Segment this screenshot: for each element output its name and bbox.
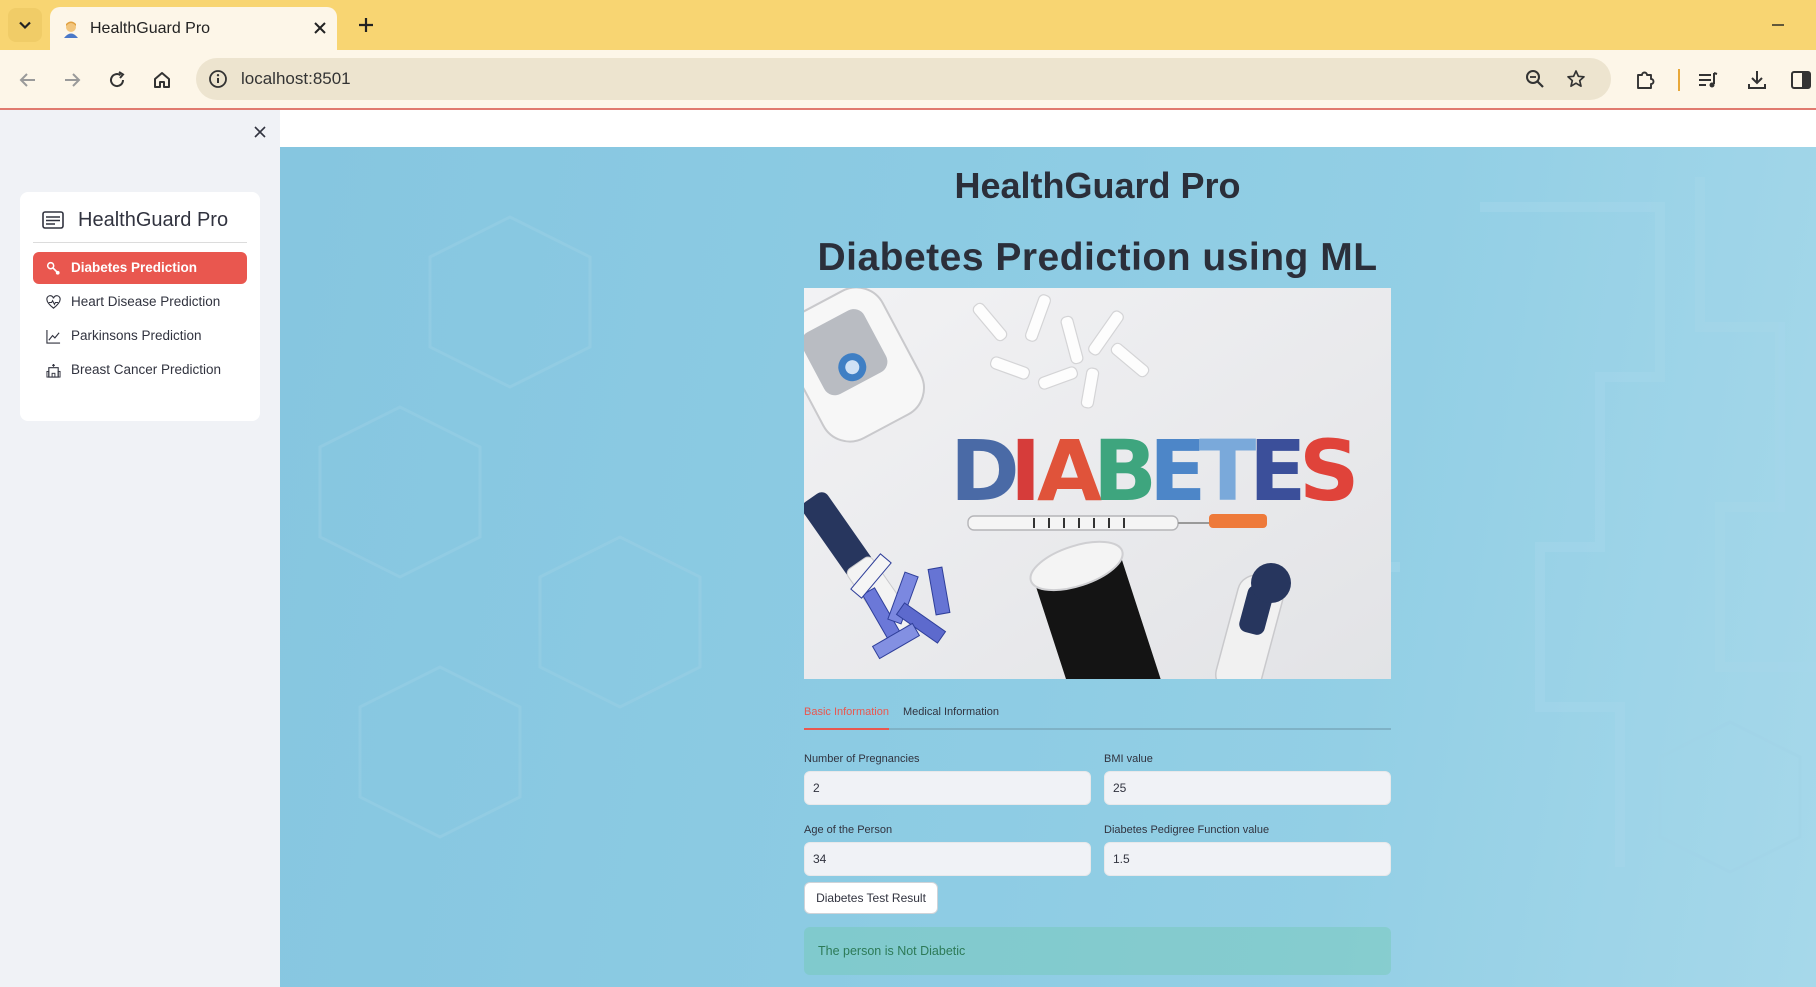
star-icon (1567, 70, 1585, 88)
menu-divider (33, 242, 247, 243)
chevron-down-icon (19, 21, 31, 30)
age-input[interactable] (804, 842, 1091, 876)
svg-text:B: B (1093, 422, 1157, 520)
dpf-label: Diabetes Pedigree Function value (1104, 824, 1270, 836)
tab-medical-information[interactable]: Medical Information (903, 697, 999, 728)
media-queue-icon (1699, 72, 1718, 88)
bmi-input[interactable] (1104, 771, 1391, 805)
dpf-input[interactable] (1104, 842, 1391, 876)
side-panel-icon (1791, 71, 1811, 89)
svg-text:E: E (1149, 422, 1206, 520)
zoom-out-icon (1526, 70, 1544, 88)
sidebar-item-label: Breast Cancer Prediction (71, 362, 222, 377)
sidebar-item-heart-disease[interactable]: Heart Disease Prediction (33, 286, 247, 318)
age-label: Age of the Person (804, 824, 893, 836)
form-tabs: Basic Information Medical Information (804, 697, 1391, 730)
menu-title: HealthGuard Pro (78, 209, 229, 231)
svg-text:T: T (1199, 422, 1256, 520)
arrow-left-icon (19, 73, 35, 87)
close-icon (314, 22, 326, 34)
reading-list-button[interactable] (1693, 65, 1723, 95)
tab-basic-information[interactable]: Basic Information (804, 697, 889, 730)
tab-title: HealthGuard Pro (90, 20, 211, 37)
tab-search-button[interactable] (8, 8, 42, 42)
close-icon (254, 126, 266, 138)
list-columns-icon (42, 211, 64, 229)
back-button[interactable] (13, 65, 43, 95)
info-icon (209, 70, 227, 88)
downloads-button[interactable] (1742, 65, 1772, 95)
person-emoji-icon (64, 21, 78, 38)
diabetes-test-result-button[interactable]: Diabetes Test Result (804, 882, 938, 914)
result-message: The person is Not Diabetic (818, 944, 966, 958)
minimize-icon (1772, 24, 1784, 26)
graph-up-icon (45, 328, 61, 344)
browser-toolbar: localhost:8501 (0, 50, 1816, 110)
browser-tab-strip: HealthGuard Pro (0, 0, 1816, 50)
app-title: HealthGuard Pro (954, 165, 1241, 206)
url-text: localhost:8501 (241, 69, 351, 88)
page-title: Diabetes Prediction using ML (817, 236, 1378, 279)
pregnancies-input[interactable] (804, 771, 1091, 805)
menu-header: HealthGuard Pro (20, 192, 260, 242)
tab-close-button[interactable] (310, 18, 330, 38)
sidebar-item-diabetes[interactable]: Diabetes Prediction (33, 252, 247, 284)
site-info-button[interactable] (207, 68, 229, 90)
window-minimize-button[interactable] (1766, 13, 1790, 37)
side-panel-button[interactable] (1786, 65, 1816, 95)
plus-icon (359, 18, 373, 32)
sidebar: HealthGuard Pro Diabetes Prediction Hear… (0, 110, 280, 987)
sidebar-close-button[interactable] (248, 120, 272, 144)
extensions-button[interactable] (1630, 65, 1660, 95)
sidebar-item-parkinsons[interactable]: Parkinsons Prediction (33, 320, 247, 352)
reload-button[interactable] (102, 65, 132, 95)
main-content: HealthGuard Pro Diabetes Prediction usin… (280, 110, 1816, 987)
pregnancies-label: Number of Pregnancies (804, 753, 920, 765)
sidebar-item-breast-cancer[interactable]: Breast Cancer Prediction (33, 354, 247, 386)
address-bar[interactable]: localhost:8501 (196, 58, 1611, 100)
diabetes-hero-image: D I A B E T E S (804, 288, 1391, 679)
heart-pulse-icon (45, 294, 61, 310)
svg-text:S: S (1299, 422, 1360, 520)
bookmark-button[interactable] (1564, 67, 1588, 91)
sidebar-item-label: Parkinsons Prediction (71, 328, 202, 343)
zoom-button[interactable] (1523, 67, 1547, 91)
option-menu: HealthGuard Pro Diabetes Prediction Hear… (20, 192, 260, 421)
home-button[interactable] (147, 65, 177, 95)
forward-button[interactable] (57, 65, 87, 95)
reload-icon (110, 71, 125, 88)
home-icon (154, 72, 170, 88)
activity-icon (45, 260, 61, 276)
new-tab-button[interactable] (354, 13, 378, 37)
svg-text:E: E (1249, 422, 1306, 520)
sidebar-item-label: Heart Disease Prediction (71, 294, 221, 309)
arrow-right-icon (65, 73, 81, 87)
browser-tab[interactable]: HealthGuard Pro (50, 7, 337, 50)
bmi-label: BMI value (1104, 753, 1153, 765)
puzzle-icon (1637, 71, 1655, 89)
toolbar-separator (1678, 69, 1680, 91)
sidebar-item-label: Diabetes Prediction (71, 260, 198, 275)
download-icon (1748, 71, 1766, 89)
result-alert: The person is Not Diabetic (804, 927, 1391, 975)
hospital-icon (45, 362, 61, 378)
